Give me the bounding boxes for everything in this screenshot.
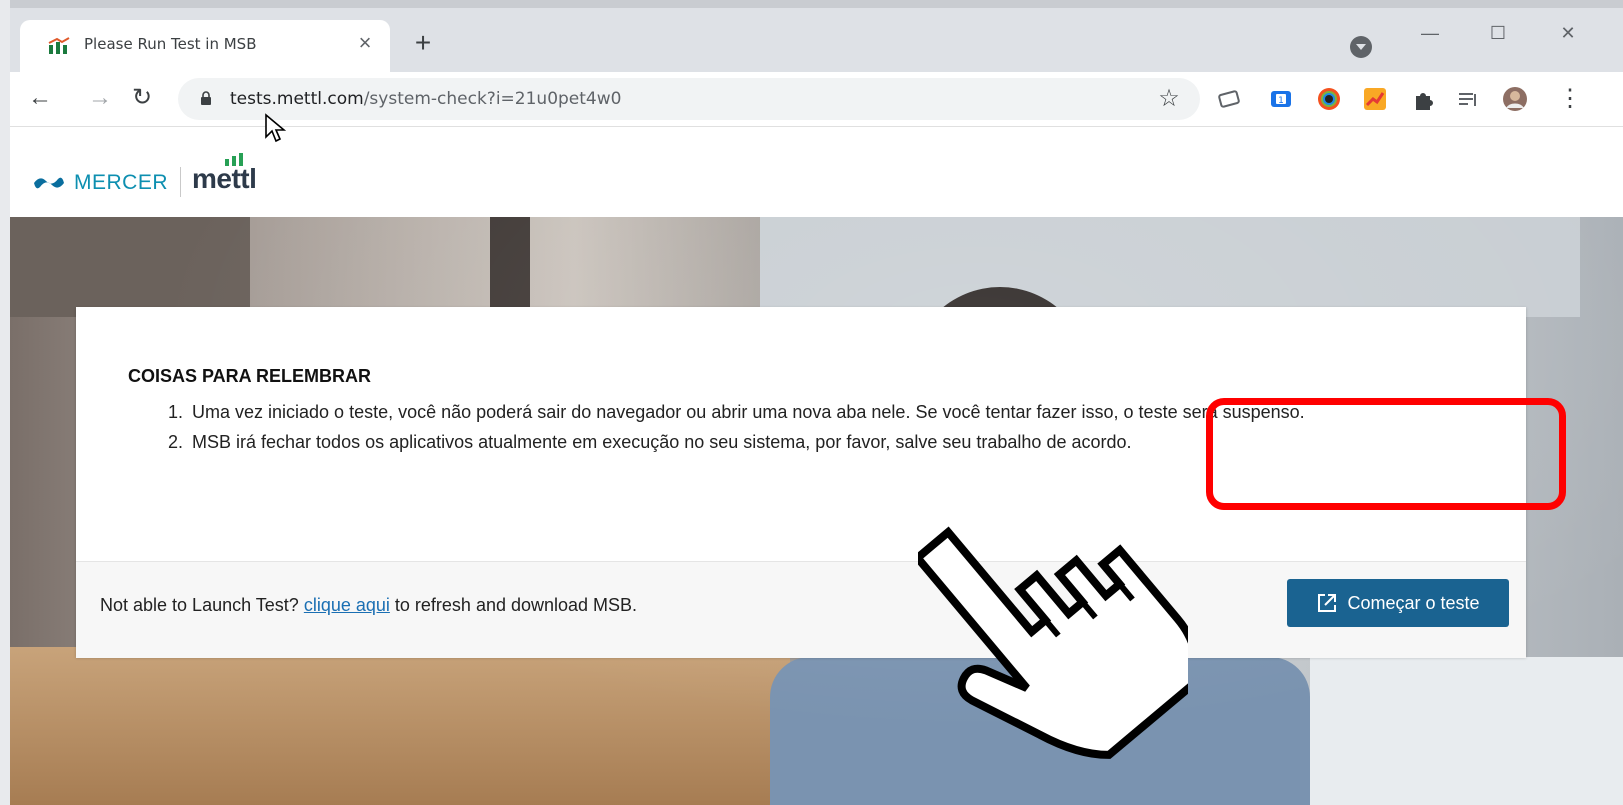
maximize-button[interactable]: ☐ — [1478, 18, 1518, 48]
profile-avatar-icon[interactable] — [1502, 86, 1528, 112]
mettl-brand-text: mettl — [192, 163, 257, 194]
mercer-logo-icon — [34, 177, 64, 189]
url-text[interactable]: tests.mettl.com/system-check?i=21u0pet4w… — [230, 89, 621, 109]
launch-help-prefix: Not able to Launch Test? — [100, 595, 299, 615]
lock-icon — [201, 91, 211, 105]
highlight-box — [1206, 398, 1566, 510]
external-link-icon — [1318, 594, 1337, 612]
mettl-favicon-icon — [48, 37, 70, 54]
reading-list-icon[interactable] — [1456, 86, 1482, 112]
refresh-download-link[interactable]: clique aqui — [304, 595, 390, 615]
address-bar[interactable]: tests.mettl.com/system-check?i=21u0pet4w… — [178, 78, 1200, 120]
tab-title: Please Run Test in MSB — [84, 35, 257, 53]
start-test-button[interactable]: Começar o teste — [1287, 579, 1509, 627]
pointing-hand-icon — [918, 526, 1188, 759]
tab-bar: Please Run Test in MSB × + — ☐ ✕ — [10, 0, 1623, 72]
tab-search-icon[interactable] — [1350, 36, 1372, 58]
minimize-button[interactable]: — — [1410, 18, 1450, 48]
svg-text:1: 1 — [1278, 96, 1284, 106]
extension-screenshot-icon[interactable] — [1216, 86, 1242, 112]
title-strip — [10, 0, 1623, 8]
new-tab-button[interactable]: + — [408, 28, 438, 58]
close-window-button[interactable]: ✕ — [1548, 18, 1588, 48]
start-test-label: Começar o teste — [1347, 592, 1480, 613]
logo-divider — [180, 167, 181, 197]
hero-background-image: COISAS PARA RELEMBRAR Uma vez iniciado o… — [10, 217, 1623, 805]
forward-arrow-icon[interactable]: → — [86, 84, 114, 112]
launch-help-text: Not able to Launch Test? clique aqui to … — [100, 595, 637, 616]
extension-color-icon[interactable] — [1316, 86, 1342, 112]
card-footer: Not able to Launch Test? clique aqui to … — [76, 561, 1526, 658]
card-title: COISAS PARA RELEMBRAR — [128, 366, 372, 386]
browser-window: Please Run Test in MSB × + — ☐ ✕ ← → ↻ t… — [0, 0, 1623, 805]
tab-active[interactable]: Please Run Test in MSB × — [20, 20, 390, 72]
extensions-puzzle-icon[interactable] — [1410, 86, 1436, 112]
back-arrow-icon[interactable]: ← — [26, 84, 54, 112]
extension-counter-icon[interactable]: 1 — [1268, 86, 1294, 112]
tab-close-icon[interactable]: × — [352, 30, 378, 56]
site-header: MERCER mettl — [10, 127, 1623, 217]
extension-chart-icon[interactable] — [1362, 86, 1388, 112]
launch-help-suffix: to refresh and download MSB. — [394, 595, 638, 615]
mercer-brand-text: MERCER — [74, 171, 169, 194]
more-menu-icon[interactable]: ⋮ — [1558, 86, 1582, 112]
mercer-logo: MERCER — [32, 171, 168, 195]
mouse-cursor-icon — [265, 113, 286, 143]
bookmark-star-icon[interactable]: ☆ — [1154, 84, 1184, 114]
reload-icon[interactable]: ↻ — [128, 84, 156, 112]
